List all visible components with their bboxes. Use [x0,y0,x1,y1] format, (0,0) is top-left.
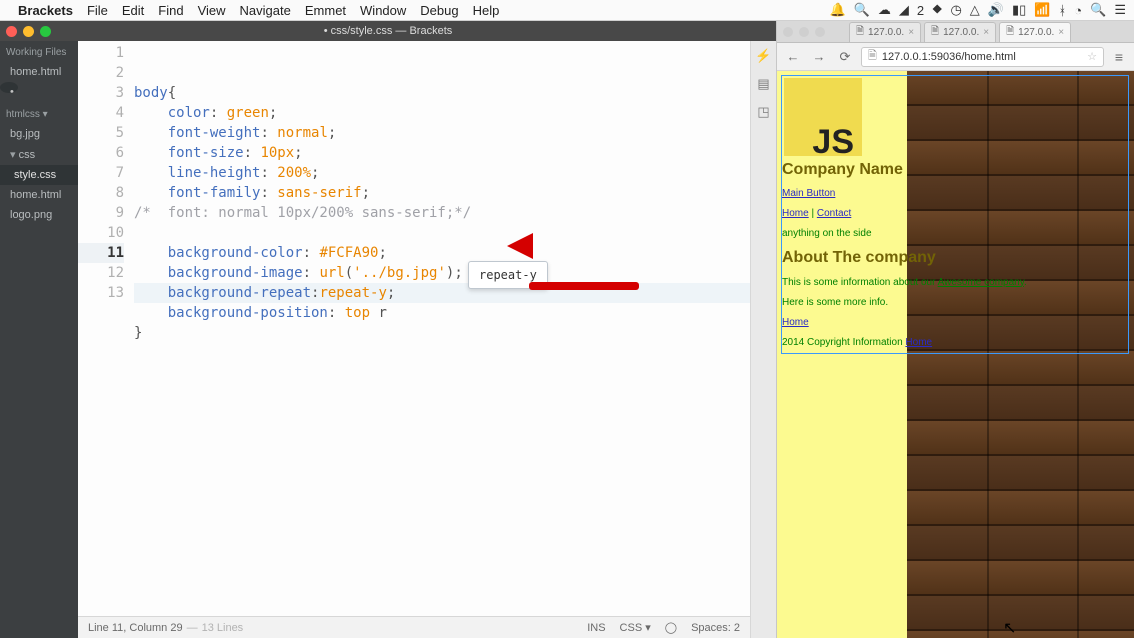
tree-item-home[interactable]: home.html [0,185,78,205]
reload-button[interactable]: ⟳ [835,49,855,65]
brackets-right-rail: ⚡ ▤ ◳ [750,41,776,638]
menu-window[interactable]: Window [360,3,406,18]
page-icon: 🗎 [856,24,864,41]
minimize-window-button[interactable] [23,26,34,37]
about-text: This is some information about our Aweso… [782,273,1128,293]
plugin-icon[interactable]: ◳ [755,103,773,121]
bookmark-icon[interactable]: ☆ [1087,50,1097,63]
menu-help[interactable]: Help [473,3,500,18]
aside-text: anything on the side [782,224,1128,244]
browser-tab-3[interactable]: 🗎127.0.0.× [999,22,1071,42]
extensions-icon[interactable]: ▤ [755,75,773,93]
app-name[interactable]: Brackets [18,3,73,18]
address-bar[interactable]: 🗎 127.0.0.1:59036/home.html ☆ [861,47,1104,67]
main-button-link[interactable]: Main Button [782,188,835,199]
copyright-home-link[interactable]: Home [905,337,932,348]
browser-zoom-button[interactable] [815,27,825,37]
wifi-icon[interactable]: 📶 [1034,2,1050,18]
cloud-icon[interactable]: ☁ [878,2,891,18]
browser-window: 🗎127.0.0.× 🗎127.0.0.× 🗎127.0.0.× ← → ⟳ 🗎… [776,21,1134,638]
browser-close-button[interactable] [783,27,793,37]
drive-icon[interactable]: △ [970,2,980,18]
bluetooth-icon[interactable]: ᚼ [1058,3,1066,18]
two-icon[interactable]: 2 [917,3,924,18]
autocomplete-popup[interactable]: repeat-y [468,261,548,289]
dropbox-icon[interactable]: ⯁ [932,2,942,18]
close-tab-icon[interactable]: × [983,27,989,38]
tree-item-bg[interactable]: bg.jpg [0,124,78,144]
copyright-text: 2014 Copyright Information Home [782,333,1128,353]
volume-icon[interactable]: 🔊 [988,2,1004,18]
bell-icon[interactable]: 🔔 [829,2,845,18]
back-button[interactable]: ← [783,49,803,64]
nav-contact-link[interactable]: Contact [817,208,851,219]
indentation-setting[interactable]: Spaces: 2 [691,622,740,634]
sync-icon[interactable]: ◷ [950,2,961,18]
system-tray: 🔔 🔍 ☁ ◢ 2 ⯁ ◷ △ 🔊 ▮▯ 📶 ᚼ ◔ 🔍 ☰ [829,2,1126,18]
forward-button[interactable]: → [809,49,829,64]
url-text: 127.0.0.1:59036/home.html [882,51,1016,63]
menu-file[interactable]: File [87,3,108,18]
inline-company-link[interactable]: Awesome company [938,277,1024,288]
browser-tab-2[interactable]: 🗎127.0.0.× [924,22,996,42]
line-count: 13 Lines [202,622,244,634]
tree-folder-css[interactable]: css [0,144,78,165]
cursor-position: Line 11, Column 29 [88,622,183,634]
browser-minimize-button[interactable] [799,27,809,37]
brackets-sidebar: Working Files home.html style.css htmlcs… [0,41,78,638]
editor-area[interactable]: 12345678910111213 body{ color: green; fo… [78,41,750,638]
menu-edit[interactable]: Edit [122,3,144,18]
status-bar: Line 11, Column 29 — 13 Lines INS CSS ▾ … [78,616,750,638]
footer-home-link[interactable]: Home [782,317,809,328]
live-preview-highlight: JS Company Name Main Button Home | Conta… [781,75,1129,354]
menu-emmet[interactable]: Emmet [305,3,346,18]
window-title: • css/style.css — Brackets [324,25,453,37]
adobe-icon[interactable]: ◢ [899,2,909,18]
browser-tab-strip: 🗎127.0.0.× 🗎127.0.0.× 🗎127.0.0.× [777,21,1134,43]
page-icon: 🗎 [931,24,939,41]
page-icon: 🗎 [1006,24,1014,41]
more-info-text: Here is some more info. [782,293,1128,313]
menu-find[interactable]: Find [158,3,183,18]
clock-icon[interactable]: ◔ [1074,3,1082,18]
line-number-gutter: 12345678910111213 [78,43,134,616]
close-window-button[interactable] [6,26,17,37]
window-titlebar: • css/style.css — Brackets [0,21,776,41]
working-file-home[interactable]: home.html [0,62,78,82]
mac-menu-bar: Brackets File Edit Find View Navigate Em… [0,0,1134,21]
site-info-icon[interactable]: 🗎 [868,47,877,66]
menu-view[interactable]: View [198,3,226,18]
company-name-heading: Company Name [782,159,1128,181]
insert-mode[interactable]: INS [587,622,605,634]
tree-item-style[interactable]: style.css [0,165,78,185]
project-header[interactable]: htmlcss ▾ [0,103,78,124]
code-text[interactable]: body{ color: green; font-weight: normal;… [134,43,750,616]
js-logo: JS [784,78,862,156]
menu-navigate[interactable]: Navigate [240,3,291,18]
menu-extra-icon[interactable]: ☰ [1114,2,1126,18]
live-preview-icon[interactable]: ⚡ [755,47,773,65]
brackets-window: • css/style.css — Brackets Working Files… [0,21,776,638]
browser-menu-icon[interactable]: ≡ [1110,49,1128,65]
working-files-header: Working Files [0,41,78,62]
close-tab-icon[interactable]: × [908,27,914,38]
status-spinner-icon: ◯ [665,621,677,634]
browser-toolbar: ← → ⟳ 🗎 127.0.0.1:59036/home.html ☆ ≡ [777,43,1134,71]
nav-home-link[interactable]: Home [782,208,809,219]
search-icon[interactable]: 🔍 [854,2,870,18]
close-tab-icon[interactable]: × [1058,27,1064,38]
working-file-style[interactable]: style.css [0,82,18,93]
about-heading: About The company [782,247,1128,269]
page-content: JS Company Name Main Button Home | Conta… [777,71,1133,358]
menu-debug[interactable]: Debug [420,3,458,18]
zoom-window-button[interactable] [40,26,51,37]
battery-icon[interactable]: ▮▯ [1012,2,1026,18]
tree-item-logo[interactable]: logo.png [0,205,78,225]
language-mode[interactable]: CSS ▾ [620,621,651,634]
browser-tab-1[interactable]: 🗎127.0.0.× [849,22,921,42]
browser-viewport: JS Company Name Main Button Home | Conta… [777,71,1134,638]
spotlight-icon[interactable]: 🔍 [1090,2,1106,18]
